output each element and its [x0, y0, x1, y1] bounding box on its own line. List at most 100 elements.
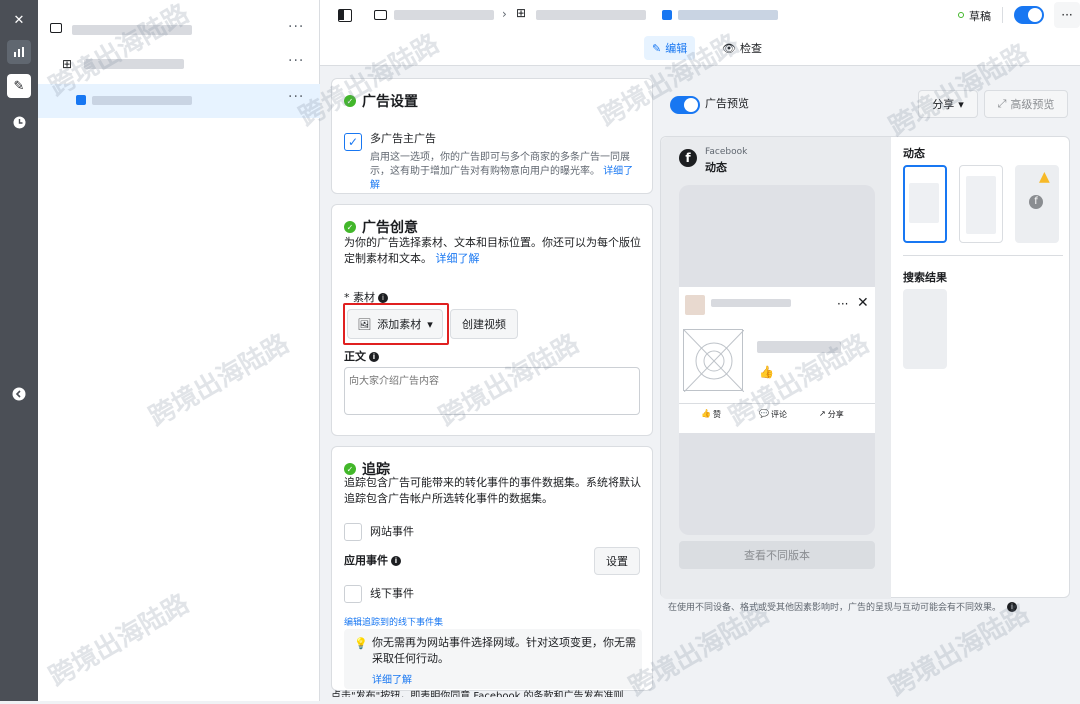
breadcrumb-adset-blurred[interactable] [536, 10, 646, 20]
tab-edit[interactable]: ✎ 编辑 [644, 36, 696, 60]
more-options-icon[interactable]: ··· [1054, 2, 1080, 28]
learn-more-link[interactable]: 详细了解 [436, 252, 480, 265]
folder-icon [50, 23, 62, 33]
more-options-icon[interactable]: ··· [288, 19, 304, 35]
like-label: 赞 [712, 410, 721, 419]
ad-settings-card: ✓ 广告设置 ✓ 多广告主广告 启用这一选项，你的广告即可与多个商家的多条广告一… [331, 78, 653, 194]
panel-toggle-icon[interactable] [338, 9, 352, 22]
grid-icon: ⊞ [62, 57, 73, 71]
advanced-preview-label: 高级预览 [1010, 98, 1055, 111]
more-options-icon[interactable]: ··· [288, 89, 304, 105]
multi-advertiser-label: 多广告主广告 [370, 132, 436, 145]
campaign-name-blurred [72, 25, 192, 35]
tab-edit-label: 编辑 [665, 42, 688, 55]
check-icon: ✓ [344, 463, 356, 475]
tab-review[interactable]: 👁 检查 [716, 36, 768, 60]
pencil-icon[interactable]: ✎ [7, 74, 31, 98]
tree-item-adset[interactable]: ⊞ ··· [38, 48, 320, 82]
ad-status-toggle[interactable] [1014, 6, 1044, 24]
like-action[interactable]: 👍 赞 [701, 409, 721, 420]
offline-events-label: 线下事件 [370, 587, 414, 600]
divider [903, 255, 1063, 256]
primary-text-label-text: 正文 [344, 350, 366, 363]
ad-preview-label: 广告预览 [705, 97, 749, 110]
clock-icon[interactable] [7, 110, 31, 134]
info-icon[interactable]: i [378, 293, 388, 303]
post-preview-card: ··· ✕ 👍 👍 赞 💬 评论 ↗ 分享 [679, 287, 875, 433]
app-events-label-text: 应用事件 [344, 554, 388, 567]
info-icon[interactable]: i [1007, 601, 1018, 612]
chart-icon[interactable] [7, 40, 31, 64]
setup-button[interactable]: 设置 [594, 547, 640, 575]
share-button[interactable]: 分享 ▾ [918, 90, 978, 118]
tab-review-label: 检查 [739, 42, 762, 55]
creative-desc-text: 为你的广告选择素材、文本和目标位置。你还可以为每个版位定制素材和文本。 [344, 236, 641, 265]
create-video-button[interactable]: 创建视频 [450, 309, 518, 339]
ad-preview-toggle[interactable] [670, 96, 700, 114]
add-media-label: 添加素材 [377, 318, 422, 331]
breadcrumb-campaign-blurred[interactable] [394, 10, 494, 20]
breadcrumb-ad-blurred[interactable] [678, 10, 778, 20]
info-icon[interactable]: i [369, 352, 379, 362]
close-icon[interactable]: ✕ [857, 295, 869, 311]
info-icon[interactable]: i [391, 556, 401, 566]
placement-thumb-stories[interactable] [959, 165, 1003, 243]
preview-panel: f Facebook 动态 ··· ✕ 👍 👍 赞 💬 评论 ↗ 分享 查看不同版本 … [660, 136, 1070, 599]
tracking-desc: 追踪包含广告可能带来的转化事件的事件数据集。系统将默认追踪包含广告帐户所选转化事… [344, 476, 641, 505]
section-title: ✓ 广告设置 [344, 91, 418, 111]
caret-down-icon: ▾ [958, 97, 964, 111]
creative-title: 广告创意 [362, 220, 418, 236]
share-action[interactable]: ↗ 分享 [819, 409, 844, 420]
page-name-blurred [711, 299, 791, 307]
thumbs-up-icon: 👍 [701, 409, 711, 418]
comment-icon: 💬 [759, 409, 769, 418]
primary-text-input[interactable] [344, 367, 640, 415]
placement-thumb-other[interactable]: ▲ f [1015, 165, 1059, 243]
check-icon: ✓ [344, 95, 356, 107]
primary-text-label: 正文 i [344, 349, 379, 365]
edit-offline-events-link[interactable]: 编辑追踪到的线下事件集 [344, 615, 443, 628]
multi-advertiser-desc-text: 启用这一选项，你的广告即可与多个商家的多条广告一同展示，这有助于增加广告对有购物… [370, 152, 630, 177]
pencil-icon: ✎ [652, 41, 662, 55]
comment-action[interactable]: 💬 评论 [759, 409, 787, 420]
placement-thumb-feeds[interactable] [903, 165, 947, 243]
top-bar: › ⊞ 草稿 ··· ✎ 编辑 👁 检查 [320, 0, 1080, 66]
close-icon[interactable]: ✕ [7, 8, 31, 32]
more-options-icon[interactable]: ··· [288, 53, 304, 69]
facebook-icon: f [679, 149, 697, 167]
collapse-panel-icon[interactable] [7, 382, 31, 406]
image-icon: 🖼 [357, 317, 372, 331]
tip-learn-more-link[interactable]: 详细了解 [372, 671, 412, 686]
share-icon: ↗ [819, 409, 826, 418]
creative-desc: 为你的广告选择素材、文本和目标位置。你还可以为每个版位定制素材和文本。 详细了解 [344, 235, 644, 267]
tree-item-ad-selected[interactable]: ··· [38, 84, 320, 118]
tracking-card: ✓ 追踪 追踪包含广告可能带来的转化事件的事件数据集。系统将默认追踪包含广告帐户… [331, 446, 653, 691]
left-rail: ✕ ✎ [0, 0, 38, 701]
offline-events-checkbox[interactable] [344, 585, 362, 603]
ad-name-blurred [92, 96, 192, 105]
more-options-icon[interactable]: ··· [837, 297, 848, 311]
multi-advertiser-checkbox[interactable]: ✓ [344, 133, 362, 151]
facebook-icon: f [1029, 195, 1043, 209]
advanced-preview-button[interactable]: ⤢ 高级预览 [984, 90, 1068, 118]
see-variations-button[interactable]: 查看不同版本 [679, 541, 875, 569]
expand-icon: ⤢ [997, 97, 1007, 110]
tree-item-campaign[interactable]: ··· [38, 14, 320, 48]
campaign-tree-panel: ··· ⊞ ··· ··· [38, 0, 320, 701]
ad-creative-card: ✓ 广告创意 为你的广告选择素材、文本和目标位置。你还可以为每个版位定制素材和文… [331, 204, 653, 436]
check-icon: ✓ [344, 221, 356, 233]
headline-blurred [757, 341, 841, 353]
preview-disclaimer: 在使用不同设备、格式或受其他因素影响时，广告的呈现与互动可能会有不同效果。 i [668, 600, 1068, 613]
placement-thumb-search[interactable] [903, 289, 947, 369]
adset-name-blurred [84, 59, 184, 69]
add-media-button[interactable]: 🖼 添加素材 ▾ [347, 309, 443, 339]
warning-icon: ▲ [1039, 169, 1050, 185]
website-events-label: 网站事件 [370, 525, 414, 538]
tip-text: 你无需再为网站事件选择网域。针对这项变更，你无需采取任何行动。 [372, 636, 636, 665]
ad-icon [76, 95, 86, 105]
status-label: 草稿 [969, 10, 991, 23]
tip-box: 💡 你无需再为网站事件选择网域。针对这项变更，你无需采取任何行动。 详细了解 [344, 629, 642, 689]
media-placeholder-icon [683, 329, 745, 393]
website-events-checkbox[interactable] [344, 523, 362, 541]
chevron-right-icon: › [502, 7, 507, 21]
